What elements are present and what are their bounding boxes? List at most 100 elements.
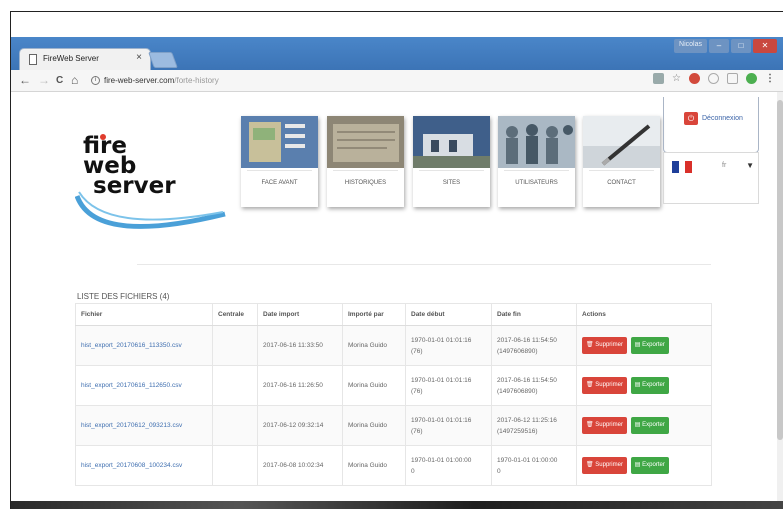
browser-toolbar: ← → C ⌂ i fire-web-server.com/forte-histo… (11, 70, 783, 92)
extension-icon[interactable] (708, 73, 719, 84)
document-icon (29, 54, 37, 65)
web-page: fire web server FACE AVANT HISTORIQUES S… (11, 92, 783, 501)
tab-close-icon[interactable]: × (136, 52, 142, 63)
date-import-cell: 2017-06-08 10:02:34 (257, 445, 343, 486)
table-row: hist_export_20170608_100234.csv 2017-06-… (75, 445, 712, 486)
table-row: hist_export_20170616_113350.csv 2017-06-… (75, 325, 712, 366)
menu-divider (247, 170, 312, 171)
delete-button[interactable]: 🗑 Supprimer (582, 377, 627, 394)
centrale-cell (212, 325, 258, 366)
start-date-cell: 1970-01-01 01:01:16 (76) (405, 405, 492, 446)
forward-button[interactable]: → (38, 73, 50, 87)
logout-label: Déconnexion (702, 115, 743, 122)
french-flag-icon (672, 161, 693, 173)
actions-cell: 🗑 Supprimer ▤ Exporter (576, 405, 712, 446)
logout-panel: ⏻ Déconnexion (663, 97, 759, 153)
export-button[interactable]: ▤ Exporter (630, 457, 669, 474)
url-host: fire-web-server.com (104, 76, 175, 85)
menu-label: SITES (442, 180, 461, 186)
export-button[interactable]: ▤ Exporter (630, 377, 669, 394)
browser-tab[interactable]: FireWeb Server × (19, 48, 151, 70)
start-date-cell: 1970-01-01 01:00:00 0 (405, 445, 492, 486)
new-tab-button[interactable] (148, 52, 178, 68)
column-header[interactable]: Date import (257, 303, 343, 326)
shield-icon[interactable] (746, 73, 757, 84)
logout-button[interactable]: ⏻ Déconnexion (684, 112, 743, 125)
file-link[interactable]: hist_export_20170608_100234.csv (81, 462, 182, 469)
start-date-cell: 1970-01-01 01:01:16 (76) (405, 365, 492, 406)
back-button[interactable]: ← (19, 73, 31, 87)
language-selector[interactable]: fr ▼ (663, 152, 759, 204)
date-import-cell: 2017-06-16 11:26:50 (257, 365, 343, 406)
file-list-title: LISTE DES FICHIERS (4) (77, 292, 170, 301)
history-image (327, 116, 404, 168)
menu-contact[interactable]: CONTACT (583, 116, 660, 207)
table-header-row: Fichier Centrale Date import Importé par… (75, 303, 712, 326)
fireweb-logo[interactable]: fire web server (75, 126, 235, 236)
section-divider (137, 264, 711, 265)
close-window-button[interactable]: ✕ (753, 39, 777, 53)
export-button[interactable]: ▤ Exporter (630, 417, 669, 434)
actions-cell: 🗑 Supprimer ▤ Exporter (576, 325, 712, 366)
menu-sites[interactable]: SITES (413, 116, 490, 207)
translate-icon[interactable] (653, 73, 665, 84)
home-button[interactable]: ⌂ (71, 73, 78, 87)
page-scrollbar[interactable] (777, 92, 783, 501)
actions-cell: 🗑 Supprimer ▤ Exporter (576, 365, 712, 406)
window-controls: Nicolas – □ ✕ (674, 39, 777, 53)
minimize-button[interactable]: – (709, 39, 729, 53)
star-icon[interactable]: ☆ (672, 73, 681, 84)
logo-text: fire web server (83, 133, 176, 199)
column-header[interactable]: Fichier (75, 303, 213, 326)
imported-by-cell: Morina Guido (342, 325, 406, 366)
table-row: hist_export_20170612_093213.csv 2017-06-… (75, 405, 712, 446)
scrollbar-thumb[interactable] (777, 100, 783, 440)
address-bar[interactable]: i fire-web-server.com/forte-history (91, 73, 651, 89)
reload-button[interactable]: C (56, 75, 63, 86)
menu-label: UTILISATEURS (515, 180, 558, 186)
imported-by-cell: Morina Guido (342, 365, 406, 406)
browser-titlebar: FireWeb Server × Nicolas – □ ✕ (11, 37, 783, 70)
date-import-cell: 2017-06-12 09:32:14 (257, 405, 343, 446)
centrale-cell (212, 365, 258, 406)
info-icon[interactable]: i (91, 76, 100, 86)
menu-divider (333, 170, 398, 171)
adblock-icon[interactable] (689, 73, 700, 84)
caret-down-icon[interactable]: ▼ (746, 161, 754, 170)
cast-icon[interactable] (727, 73, 738, 84)
end-date-cell: 2017-06-16 11:54:50 (1497606890) (491, 325, 577, 366)
files-table: Fichier Centrale Date import Importé par… (75, 303, 712, 486)
menu-historiques[interactable]: HISTORIQUES (327, 116, 404, 207)
actions-cell: 🗑 Supprimer ▤ Exporter (576, 445, 712, 486)
file-link[interactable]: hist_export_20170616_113350.csv (81, 342, 182, 349)
language-code: fr (722, 162, 727, 169)
menu-label: HISTORIQUES (344, 180, 387, 186)
profile-button[interactable]: Nicolas (674, 39, 707, 53)
column-header[interactable]: Date début (405, 303, 492, 326)
delete-button[interactable]: 🗑 Supprimer (582, 457, 627, 474)
imported-by-cell: Morina Guido (342, 445, 406, 486)
column-header: Actions (576, 303, 712, 326)
maximize-button[interactable]: □ (731, 39, 751, 53)
column-header[interactable]: Centrale (212, 303, 258, 326)
tab-title: FireWeb Server (43, 54, 99, 63)
menu-label: CONTACT (607, 180, 636, 186)
menu-icon[interactable]: ⋮ (765, 73, 775, 84)
end-date-cell: 2017-06-16 11:54:50 (1497606890) (491, 365, 577, 406)
menu-divider (419, 170, 484, 171)
file-link[interactable]: hist_export_20170612_093213.csv (81, 422, 182, 429)
menu-utilisateurs[interactable]: UTILISATEURS (498, 116, 575, 207)
people-image (498, 116, 575, 168)
pen-image (583, 116, 660, 168)
imported-by-cell: Morina Guido (342, 405, 406, 446)
column-header[interactable]: Date fin (491, 303, 577, 326)
delete-button[interactable]: 🗑 Supprimer (582, 337, 627, 354)
column-header[interactable]: Importé par (342, 303, 406, 326)
export-button[interactable]: ▤ Exporter (630, 337, 669, 354)
end-date-cell: 2017-06-12 11:25:16 (1497259516) (491, 405, 577, 446)
table-row: hist_export_20170616_112650.csv 2017-06-… (75, 365, 712, 406)
menu-face-avant[interactable]: FACE AVANT (241, 116, 318, 207)
taskbar-strip (11, 501, 783, 509)
delete-button[interactable]: 🗑 Supprimer (582, 417, 627, 434)
file-link[interactable]: hist_export_20170616_112650.csv (81, 382, 182, 389)
